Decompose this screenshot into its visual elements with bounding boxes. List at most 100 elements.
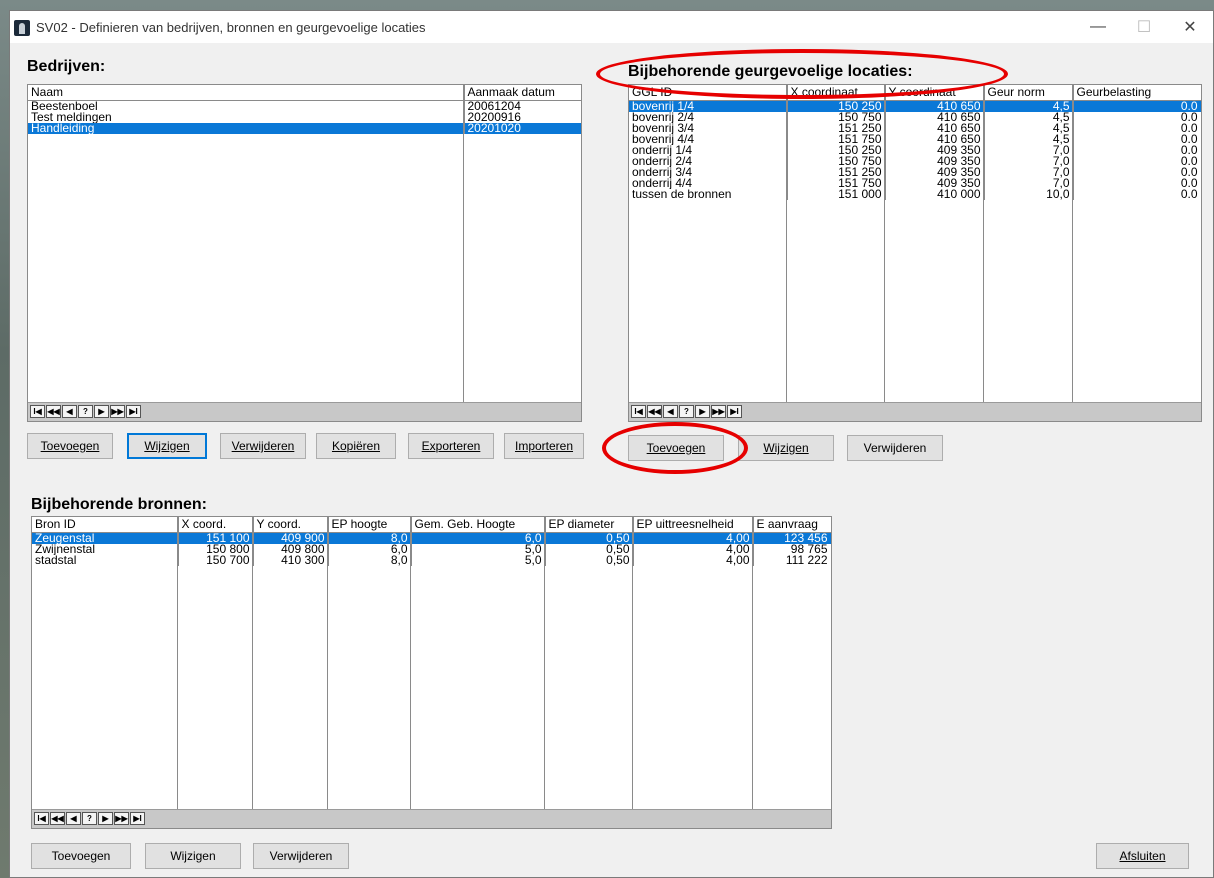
- bronnen-verwijderen-button[interactable]: Verwijderen: [253, 843, 349, 869]
- column-header-aanmaak-datum[interactable]: Aanmaak datum: [464, 85, 581, 101]
- prev-page-icon[interactable]: ◀◀: [46, 405, 61, 418]
- bedrijven-grid[interactable]: Naam Aanmaak datum Beestenboel 20061204 Tes…: [27, 84, 582, 422]
- table-row[interactable]: bovenrij 3/4 151 250 410 650 4,5 0.0: [629, 123, 1201, 134]
- column-header-ep-uittreesnelheid[interactable]: EP uittreesnelheid: [633, 517, 754, 533]
- next-record-icon[interactable]: ▶: [94, 405, 109, 418]
- table-cell: 8,0: [328, 532, 412, 544]
- minimize-icon[interactable]: —: [1075, 11, 1121, 43]
- prev-page-icon[interactable]: ◀◀: [647, 405, 662, 418]
- table-cell: 0.0: [1073, 134, 1201, 145]
- table-cell: 0.0: [1073, 145, 1201, 156]
- help-icon[interactable]: ?: [78, 405, 93, 418]
- bedrijven-wijzigen-button[interactable]: Wijzigen: [127, 433, 207, 459]
- table-cell: 6,0: [328, 544, 412, 555]
- prev-page-icon[interactable]: ◀◀: [50, 812, 65, 825]
- table-cell: bovenrij 4/4: [629, 134, 788, 145]
- table-cell: onderrij 2/4: [629, 156, 788, 167]
- next-page-icon[interactable]: ▶▶: [110, 405, 125, 418]
- table-row[interactable]: Zwijnenstal 150 800 409 800 6,0 5,0 0,50 4,00 9…: [32, 544, 831, 555]
- help-icon[interactable]: ?: [679, 405, 694, 418]
- next-page-icon[interactable]: ▶▶: [114, 812, 129, 825]
- column-header-e-aanvraag[interactable]: E aanvraag: [753, 517, 831, 533]
- table-cell: 20061204: [464, 100, 581, 112]
- column-header-gem-geb-hoogte[interactable]: Gem. Geb. Hoogte: [411, 517, 546, 533]
- close-icon[interactable]: ✕: [1167, 11, 1213, 43]
- column-header-x-coordinaat[interactable]: X coordinaat: [787, 85, 886, 101]
- locaties-toevoegen-button[interactable]: Toevoegen: [628, 435, 724, 461]
- table-cell: Test meldingen: [28, 112, 465, 123]
- table-row[interactable]: Test meldingen 20200916: [28, 112, 581, 123]
- main-window: SV02 - Definieren van bedrijven, bronnen…: [9, 10, 1214, 878]
- table-row[interactable]: bovenrij 2/4 150 750 410 650 4,5 0.0: [629, 112, 1201, 123]
- bedrijven-toevoegen-button[interactable]: Toevoegen: [27, 433, 113, 459]
- bronnen-toevoegen-button[interactable]: Toevoegen: [31, 843, 131, 869]
- last-record-icon[interactable]: ▶I: [727, 405, 742, 418]
- prev-record-icon[interactable]: ◀: [66, 812, 81, 825]
- bronnen-grid[interactable]: Bron ID X coord. Y coord. EP hoogte Gem. Geb…: [31, 516, 832, 829]
- bedrijven-title: Bedrijven:: [27, 58, 106, 75]
- table-row[interactable]: onderrij 3/4 151 250 409 350 7,0 0.0: [629, 167, 1201, 178]
- column-header-geurbelasting[interactable]: Geurbelasting: [1073, 85, 1201, 101]
- next-record-icon[interactable]: ▶: [695, 405, 710, 418]
- locaties-verwijderen-button[interactable]: Verwijderen: [847, 435, 943, 461]
- prev-record-icon[interactable]: ◀: [62, 405, 77, 418]
- table-cell: 4,5: [984, 134, 1074, 145]
- table-row[interactable]: Zeugenstal 151 100 409 900 8,0 6,0 0,50 4,00 12…: [32, 532, 831, 544]
- column-header-y-coord[interactable]: Y coord.: [253, 517, 329, 533]
- locaties-grid[interactable]: GGL ID X coordinaat Y coordinaat Geur norm G…: [628, 84, 1202, 422]
- table-cell: Handleiding: [28, 123, 465, 134]
- table-row[interactable]: stadstal 150 700 410 300 8,0 5,0 0,50 4,00 111 …: [32, 555, 831, 566]
- table-cell: 410 650: [885, 134, 985, 145]
- table-cell: 410 650: [885, 112, 985, 123]
- table-row[interactable]: onderrij 1/4 150 250 409 350 7,0 0.0: [629, 145, 1201, 156]
- table-row[interactable]: Beestenboel 20061204: [28, 100, 581, 112]
- table-cell: stadstal: [32, 555, 179, 566]
- first-record-icon[interactable]: I◀: [30, 405, 45, 418]
- table-cell: 98 765: [753, 544, 831, 555]
- table-cell: 151 100: [178, 532, 254, 544]
- column-header-x-coord[interactable]: X coord.: [178, 517, 254, 533]
- bedrijven-exporteren-button[interactable]: Exporteren: [408, 433, 494, 459]
- first-record-icon[interactable]: I◀: [631, 405, 646, 418]
- table-cell: 151 250: [787, 167, 886, 178]
- help-icon[interactable]: ?: [82, 812, 97, 825]
- bedrijven-verwijderen-button[interactable]: Verwijderen: [220, 433, 306, 459]
- table-cell: 20201020: [464, 123, 581, 134]
- column-header-ggl-id[interactable]: GGL ID: [629, 85, 788, 101]
- table-row[interactable]: Handleiding 20201020: [28, 123, 581, 134]
- table-cell: 7,0: [984, 178, 1074, 189]
- column-header-ep-hoogte[interactable]: EP hoogte: [328, 517, 412, 533]
- last-record-icon[interactable]: ▶I: [126, 405, 141, 418]
- table-cell: onderrij 1/4: [629, 145, 788, 156]
- prev-record-icon[interactable]: ◀: [663, 405, 678, 418]
- table-row[interactable]: onderrij 4/4 151 750 409 350 7,0 0.0: [629, 178, 1201, 189]
- table-cell: Zeugenstal: [32, 532, 179, 544]
- maximize-icon[interactable]: ☐: [1121, 11, 1167, 43]
- column-header-bron-id[interactable]: Bron ID: [32, 517, 179, 533]
- bedrijven-importeren-button[interactable]: Importeren: [504, 433, 584, 459]
- table-cell: 409 900: [253, 532, 329, 544]
- table-row[interactable]: onderrij 2/4 150 750 409 350 7,0 0.0: [629, 156, 1201, 167]
- table-cell: 4,00: [633, 532, 754, 544]
- table-cell: onderrij 3/4: [629, 167, 788, 178]
- afsluiten-button[interactable]: Afsluiten: [1096, 843, 1189, 869]
- bedrijven-navigator: I◀ ◀◀ ◀? ▶ ▶▶ ▶I: [28, 402, 581, 421]
- last-record-icon[interactable]: ▶I: [130, 812, 145, 825]
- column-header-naam[interactable]: Naam: [28, 85, 465, 101]
- table-cell: Zwijnenstal: [32, 544, 179, 555]
- table-cell: 4,5: [984, 112, 1074, 123]
- next-record-icon[interactable]: ▶: [98, 812, 113, 825]
- column-header-geur-norm[interactable]: Geur norm: [984, 85, 1074, 101]
- table-cell: 409 350: [885, 156, 985, 167]
- table-row[interactable]: bovenrij 1/4 150 250 410 650 4,5 0.0: [629, 100, 1201, 112]
- bedrijven-kopi-ren-button[interactable]: Kopiëren: [316, 433, 396, 459]
- next-page-icon[interactable]: ▶▶: [711, 405, 726, 418]
- column-header-ep-diameter[interactable]: EP diameter: [545, 517, 634, 533]
- table-row[interactable]: tussen de bronnen 151 000 410 000 10,0 0.0: [629, 189, 1201, 200]
- table-row[interactable]: bovenrij 4/4 151 750 410 650 4,5 0.0: [629, 134, 1201, 145]
- column-header-y-coordinaat[interactable]: Y coordinaat: [885, 85, 985, 101]
- first-record-icon[interactable]: I◀: [34, 812, 49, 825]
- locaties-wijzigen-button[interactable]: Wijzigen: [738, 435, 834, 461]
- bronnen-wijzigen-button[interactable]: Wijzigen: [145, 843, 241, 869]
- table-cell: 409 350: [885, 178, 985, 189]
